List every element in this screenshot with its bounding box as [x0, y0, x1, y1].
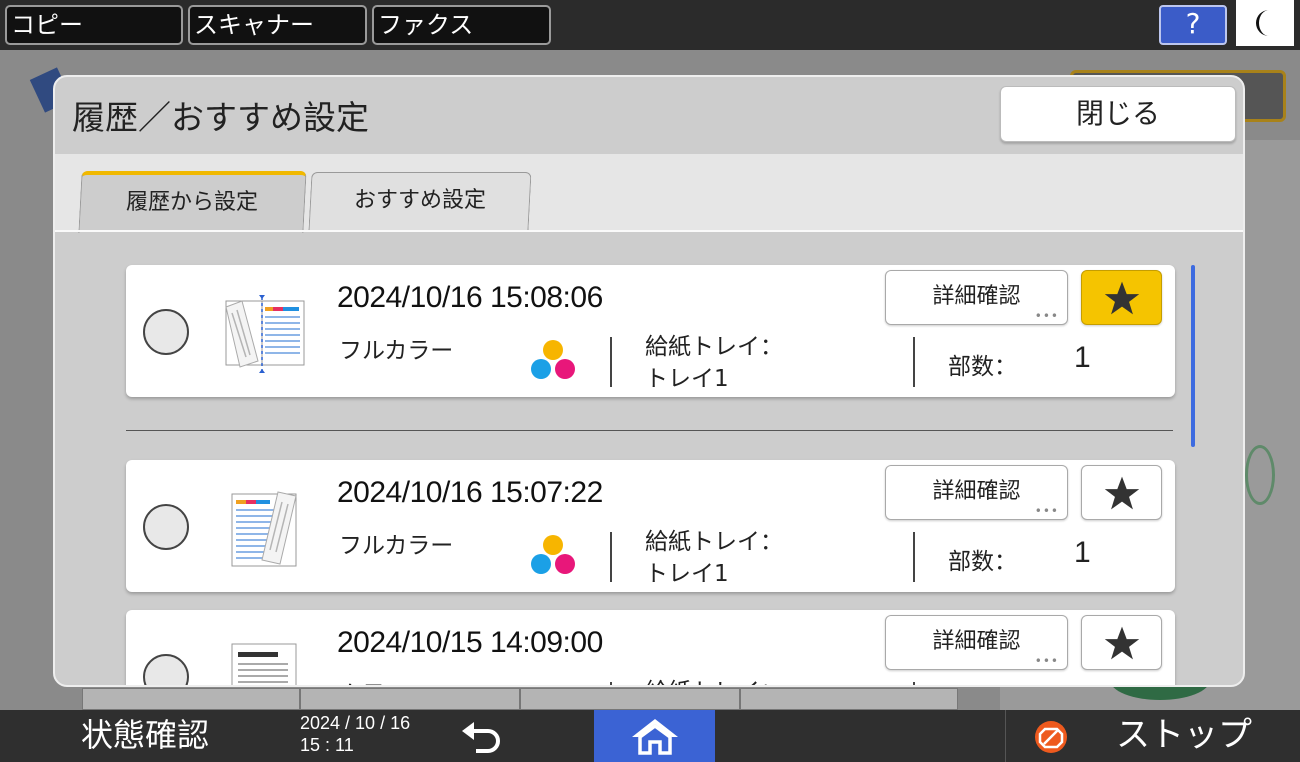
color-mode: フルカラー [339, 338, 454, 364]
detail-label: 詳細確認 [932, 479, 1021, 504]
detail-button[interactable]: 詳細確認 ••• [885, 270, 1068, 325]
scrollbar[interactable] [1191, 265, 1195, 447]
star-icon [1104, 281, 1139, 314]
help-icon: ? [1185, 7, 1201, 40]
detail-label: 詳細確認 [932, 629, 1021, 654]
more-indicator: ••• [1034, 654, 1059, 668]
moon-icon [1256, 10, 1269, 36]
clock: 2024 / 10 / 16 15 : 11 [300, 712, 410, 756]
tab-scanner[interactable]: スキャナー [188, 5, 367, 45]
full-color-icon [531, 535, 575, 574]
history-datetime: 2024/10/16 15:07:22 [337, 476, 603, 509]
status-check-button[interactable]: 状態確認 [0, 710, 290, 762]
history-datetime: 2024/10/15 14:09:00 [337, 626, 603, 659]
favorite-button[interactable] [1081, 270, 1162, 325]
tray-label: 給紙トレイ： [645, 334, 783, 360]
background-tab [520, 688, 740, 710]
home-icon [631, 719, 678, 755]
dialog-title: 履歴／おすすめ設定 [72, 98, 369, 137]
select-radio[interactable] [143, 309, 189, 355]
divider [913, 682, 915, 685]
monochrome-document-icon [231, 643, 297, 685]
history-item[interactable]: 2024/10/16 15:08:06 フルカラー 給紙トレイ： トレイ1 部数… [126, 265, 1175, 397]
select-radio[interactable] [143, 504, 189, 550]
tray-value: トレイ1 [645, 366, 729, 392]
copies-label: 部数： [948, 354, 1017, 380]
tray-label: 給紙トレイ： [645, 676, 783, 685]
home-button[interactable] [594, 710, 715, 762]
divider [610, 682, 612, 685]
tray-info: 給紙トレイ： [645, 676, 783, 685]
top-bar: コピー スキャナー ファクス ? [0, 0, 1300, 50]
bottom-bar: 状態確認 2024 / 10 / 16 15 : 11 ストップ [0, 710, 1300, 762]
tab-label: 履歴から設定 [126, 190, 259, 215]
history-item[interactable]: 2024/10/16 15:07:22 フルカラー 給紙トレイ： トレイ1 部数… [126, 460, 1175, 592]
tray-info: 給紙トレイ： トレイ1 [645, 331, 783, 395]
book-copy-icon [225, 295, 305, 373]
background-tab [300, 688, 520, 710]
night-mode-button[interactable] [1236, 0, 1294, 46]
star-icon [1104, 626, 1139, 659]
tab-label: おすすめ設定 [354, 188, 487, 213]
background-tab [82, 688, 300, 710]
copies-value: 1 [1074, 536, 1091, 569]
document-copy-icon [231, 491, 297, 567]
history-datetime: 2024/10/16 15:08:06 [337, 281, 603, 314]
full-color-icon [531, 340, 575, 379]
divider [610, 337, 612, 387]
tab-underline [55, 230, 1243, 232]
more-indicator: ••• [1034, 309, 1059, 323]
stop-icon [1035, 721, 1067, 753]
detail-button[interactable]: 詳細確認 ••• [885, 465, 1068, 520]
background-ring [1245, 445, 1275, 505]
tray-value: トレイ1 [645, 561, 729, 587]
copies-label: 部数： [948, 549, 1017, 575]
tab-recommended[interactable]: おすすめ設定 [308, 172, 532, 231]
star-icon [1104, 476, 1139, 509]
close-button[interactable]: 閉じる [1000, 86, 1236, 142]
list-divider [126, 430, 1173, 431]
copies-value: 1 [1074, 341, 1091, 374]
detail-label: 詳細確認 [932, 284, 1021, 309]
divider [913, 532, 915, 582]
history-dialog: 履歴／おすすめ設定 閉じる おすすめ設定 履歴から設定 2024/10/16 1… [53, 75, 1245, 687]
tab-history[interactable]: 履歴から設定 [78, 171, 307, 233]
history-item[interactable]: 2024/10/15 14:09:00 白黒 給紙トレイ： 詳細確認 ••• [126, 610, 1175, 685]
color-mode: 白黒 [339, 676, 385, 685]
detail-button[interactable]: 詳細確認 ••• [885, 615, 1068, 670]
stop-label: ストップ [1116, 715, 1252, 755]
favorite-button[interactable] [1081, 465, 1162, 520]
more-indicator: ••• [1034, 504, 1059, 518]
divider [913, 337, 915, 387]
tab-copy[interactable]: コピー [5, 5, 183, 45]
color-mode: フルカラー [339, 533, 454, 559]
back-arrow-icon [462, 722, 500, 753]
select-radio[interactable] [143, 654, 189, 685]
back-button[interactable] [440, 710, 524, 762]
clock-date: 2024 / 10 / 16 [300, 713, 411, 733]
divider [610, 532, 612, 582]
help-button[interactable]: ? [1159, 5, 1227, 45]
stop-button[interactable]: ストップ [1005, 710, 1300, 762]
clock-time: 15 : 11 [300, 735, 354, 755]
tab-fax[interactable]: ファクス [372, 5, 551, 45]
favorite-button[interactable] [1081, 615, 1162, 670]
tray-label: 給紙トレイ： [645, 529, 783, 555]
tray-info: 給紙トレイ： トレイ1 [645, 526, 783, 590]
background-tab [740, 688, 958, 710]
